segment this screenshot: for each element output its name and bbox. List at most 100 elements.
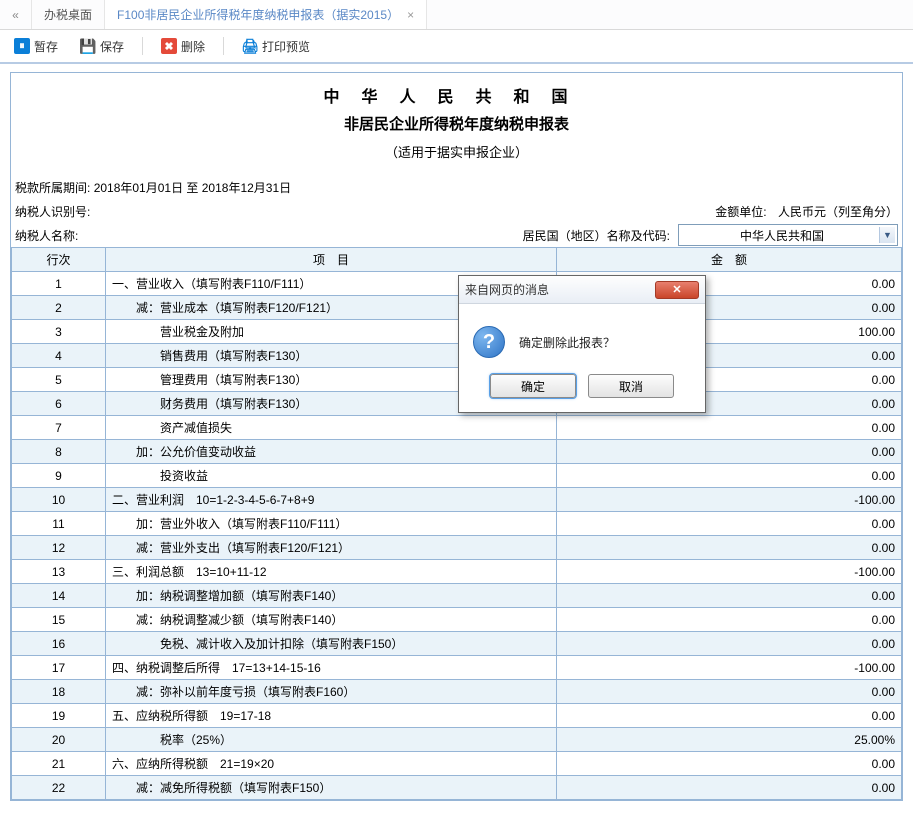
dialog-close-button[interactable]: ✕	[655, 281, 699, 299]
row-index: 4	[12, 344, 106, 368]
table-row: 22 减：减免所得税额（填写附表F150）0.00	[12, 776, 902, 800]
page-title-3: （适用于据实申报企业）	[11, 134, 902, 175]
row-item: 免税、减计收入及加计扣除（填写附表F150）	[106, 632, 557, 656]
table-row: 20 税率（25%）25.00%	[12, 728, 902, 752]
tab-label: F100非居民企业所得税年度纳税申报表（据实2015）	[117, 6, 399, 23]
row-amount[interactable]: 25.00%	[557, 728, 902, 752]
pause-button[interactable]: ⏸ 暂存	[8, 36, 64, 57]
button-label: 保存	[100, 38, 124, 55]
table-row: 3 营业税金及附加100.00	[12, 320, 902, 344]
row-amount[interactable]: -100.00	[557, 656, 902, 680]
sheet: 中华人民共和国 非居民企业所得税年度纳税申报表 （适用于据实申报企业） 税款所属…	[10, 72, 903, 801]
row-index: 22	[12, 776, 106, 800]
row-amount[interactable]: 0.00	[557, 584, 902, 608]
meta-taxpayer-no-row: 纳税人识别号: 金额单位: 人民币元（列至角分）	[11, 199, 902, 223]
row-amount[interactable]: 0.00	[557, 776, 902, 800]
table-row: 10二、营业利润 10=1-2-3-4-5-6-7+8+9-100.00	[12, 488, 902, 512]
tabs-back-button[interactable]: «	[0, 0, 32, 29]
print-preview-button[interactable]: 🖨 打印预览	[236, 36, 316, 57]
table-row: 9 投资收益0.00	[12, 464, 902, 488]
meta-period-row: 税款所属期间: 2018年01月01日 至 2018年12月31日	[11, 175, 902, 199]
row-index: 16	[12, 632, 106, 656]
table-row: 14 加：纳税调整增加额（填写附表F140）0.00	[12, 584, 902, 608]
cancel-button[interactable]: 取消	[588, 374, 674, 398]
row-index: 13	[12, 560, 106, 584]
table-row: 8 加：公允价值变动收益0.00	[12, 440, 902, 464]
row-amount[interactable]: 0.00	[557, 512, 902, 536]
row-index: 2	[12, 296, 106, 320]
question-icon: ?	[473, 326, 505, 358]
row-item: 四、纳税调整后所得 17=13+14-15-16	[106, 656, 557, 680]
row-item: 加：公允价值变动收益	[106, 440, 557, 464]
confirm-dialog: 来自网页的消息 ✕ ? 确定删除此报表？ 确定 取消	[458, 275, 706, 413]
row-amount[interactable]: 0.00	[557, 752, 902, 776]
row-index: 6	[12, 392, 106, 416]
row-index: 15	[12, 608, 106, 632]
table-row: 18 减：弥补以前年度亏损（填写附表F160）0.00	[12, 680, 902, 704]
save-button[interactable]: 💾 保存	[74, 36, 130, 57]
table-row: 21六、应纳所得税额 21=19×200.00	[12, 752, 902, 776]
row-amount[interactable]: 0.00	[557, 464, 902, 488]
region-value: 中华人民共和国	[740, 227, 824, 244]
table-row: 5 管理费用（填写附表F130）0.00	[12, 368, 902, 392]
toolbar-separator	[142, 37, 143, 55]
table-row: 15 减：纳税调整减少额（填写附表F140）0.00	[12, 608, 902, 632]
table-row: 1一、营业收入（填写附表F110/F111）0.00	[12, 272, 902, 296]
row-amount[interactable]: 0.00	[557, 416, 902, 440]
delete-button[interactable]: ✖ 删除	[155, 36, 211, 57]
region-select[interactable]: 中华人民共和国 ▼	[678, 224, 898, 246]
row-index: 17	[12, 656, 106, 680]
table-row: 4 销售费用（填写附表F130）0.00	[12, 344, 902, 368]
pause-icon: ⏸	[14, 38, 30, 54]
table-row: 12 减：营业外支出（填写附表F120/F121）0.00	[12, 536, 902, 560]
row-item: 减：纳税调整减少额（填写附表F140）	[106, 608, 557, 632]
row-amount[interactable]: 0.00	[557, 704, 902, 728]
table-row: 17四、纳税调整后所得 17=13+14-15-16-100.00	[12, 656, 902, 680]
row-amount[interactable]: 0.00	[557, 680, 902, 704]
row-amount[interactable]: -100.00	[557, 560, 902, 584]
table-row: 6 财务费用（填写附表F130）0.00	[12, 392, 902, 416]
row-amount[interactable]: 0.00	[557, 440, 902, 464]
dialog-title: 来自网页的消息	[465, 281, 655, 298]
row-amount[interactable]: -100.00	[557, 488, 902, 512]
period-value: 2018年01月01日 至 2018年12月31日	[94, 181, 291, 195]
row-index: 19	[12, 704, 106, 728]
row-item: 二、营业利润 10=1-2-3-4-5-6-7+8+9	[106, 488, 557, 512]
row-amount[interactable]: 0.00	[557, 608, 902, 632]
close-icon[interactable]: ×	[407, 8, 414, 22]
ok-button[interactable]: 确定	[490, 374, 576, 398]
col-item-header: 项 目	[106, 248, 557, 272]
row-item: 加：营业外收入（填写附表F110/F111）	[106, 512, 557, 536]
row-item: 加：纳税调整增加额（填写附表F140）	[106, 584, 557, 608]
region-label: 居民国（地区）名称及代码:	[523, 227, 670, 244]
row-index: 10	[12, 488, 106, 512]
row-item: 资产减值损失	[106, 416, 557, 440]
chevron-down-icon: ▼	[879, 227, 895, 243]
tab-bar: « 办税桌面 F100非居民企业所得税年度纳税申报表（据实2015） ×	[0, 0, 913, 30]
period-label: 税款所属期间:	[15, 181, 90, 195]
col-index-header: 行次	[12, 248, 106, 272]
table-row: 19五、应纳税所得额 19=17-180.00	[12, 704, 902, 728]
table-row: 7 资产减值损失0.00	[12, 416, 902, 440]
row-index: 21	[12, 752, 106, 776]
row-amount[interactable]: 0.00	[557, 632, 902, 656]
delete-icon: ✖	[161, 38, 177, 54]
row-index: 8	[12, 440, 106, 464]
tab-desktop[interactable]: 办税桌面	[32, 0, 105, 29]
tab-document[interactable]: F100非居民企业所得税年度纳税申报表（据实2015） ×	[105, 0, 427, 29]
row-amount[interactable]: 0.00	[557, 536, 902, 560]
row-index: 7	[12, 416, 106, 440]
page-title-1: 中华人民共和国	[11, 73, 902, 107]
chevron-left-icon: «	[12, 8, 19, 22]
row-index: 14	[12, 584, 106, 608]
row-index: 1	[12, 272, 106, 296]
currency-label: 金额单位:	[715, 205, 766, 219]
row-index: 5	[12, 368, 106, 392]
taxpayer-name-label: 纳税人名称:	[15, 229, 78, 243]
dialog-buttons: 确定 取消	[459, 374, 705, 412]
row-index: 18	[12, 680, 106, 704]
row-index: 3	[12, 320, 106, 344]
table-row: 16 免税、减计收入及加计扣除（填写附表F150）0.00	[12, 632, 902, 656]
sheet-area: 中华人民共和国 非居民企业所得税年度纳税申报表 （适用于据实申报企业） 税款所属…	[0, 64, 913, 801]
table-header-row: 行次 项 目 金 额	[12, 248, 902, 272]
